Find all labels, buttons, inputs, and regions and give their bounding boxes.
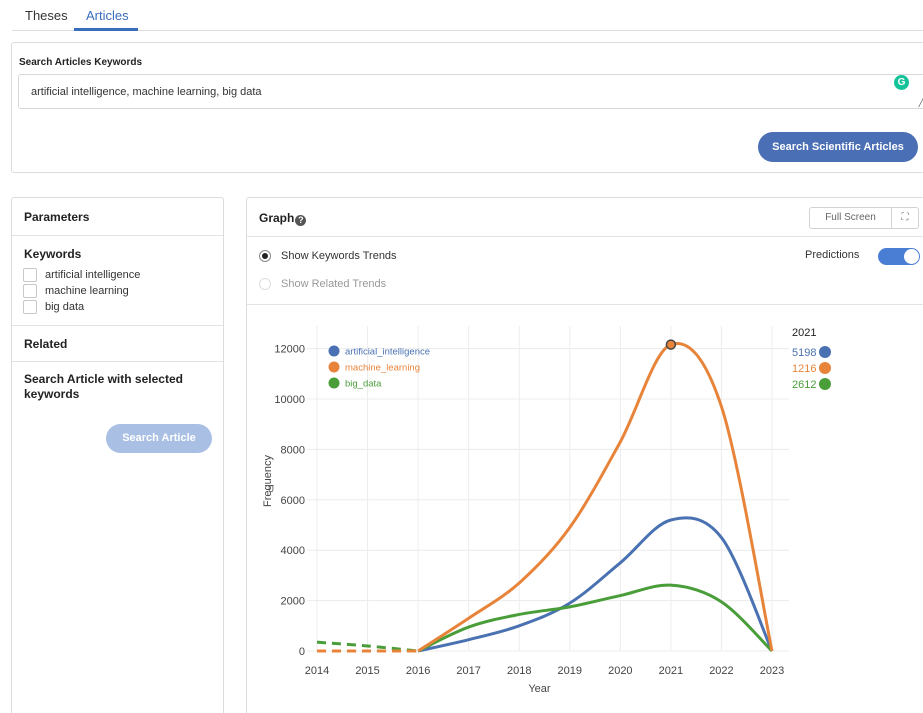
x-tick-label: 2022 bbox=[709, 665, 733, 677]
graph-title: Graph? bbox=[259, 211, 307, 226]
search-selected-title: Search Article with selected keywords bbox=[24, 372, 183, 401]
keyword-label: artificial intelligence bbox=[45, 269, 141, 281]
legend-label: artificial_intelligence bbox=[345, 347, 430, 358]
parameters-title: Parameters bbox=[12, 198, 223, 236]
x-axis-label: Year bbox=[528, 683, 551, 695]
graph-panel: Graph? Full Screen ⛶ Show Keywords Trend… bbox=[246, 197, 923, 713]
hover-x-label: 2021 bbox=[792, 327, 816, 339]
tab-theses[interactable]: Theses bbox=[25, 8, 68, 23]
radio-label: Show Related Trends bbox=[281, 278, 387, 290]
parameters-panel: Parameters Keywords artificial intellige… bbox=[11, 197, 224, 713]
radio-show-related-trends[interactable]: Show Related Trends bbox=[259, 278, 386, 290]
checkbox[interactable] bbox=[23, 268, 37, 282]
legend-marker bbox=[328, 377, 340, 389]
y-tick-label: 8000 bbox=[281, 444, 305, 456]
x-tick-label: 2015 bbox=[355, 665, 379, 677]
hover-point bbox=[665, 339, 677, 350]
graph-header: Graph? Full Screen ⛶ bbox=[247, 198, 923, 237]
x-tick-label: 2014 bbox=[305, 665, 329, 677]
keyword-item[interactable]: artificial intelligence bbox=[23, 267, 223, 283]
x-tick-label: 2023 bbox=[760, 665, 784, 677]
help-icon[interactable]: ? bbox=[295, 215, 307, 226]
trends-chart: 0 2000 4000 6000 8000 10000 12000 2014 2015 2016 2… bbox=[262, 326, 831, 695]
x-tick-label: 2017 bbox=[456, 665, 480, 677]
keywords-textarea[interactable]: artificial intelligence, machine learnin… bbox=[18, 74, 923, 109]
radio-selected[interactable] bbox=[259, 250, 271, 262]
keywords-section: Keywords artificial intelligence machine… bbox=[12, 236, 223, 326]
x-tick-label: 2020 bbox=[608, 665, 632, 677]
grammarly-icon[interactable]: G bbox=[894, 75, 909, 90]
full-screen-button[interactable]: Full Screen ⛶ bbox=[809, 207, 919, 229]
y-axis-stray-glyph: U bbox=[268, 485, 274, 494]
keywords-title: Keywords bbox=[24, 247, 82, 261]
radio-label: Show Keywords Trends bbox=[281, 250, 397, 262]
predictions-label: Predictions bbox=[805, 249, 860, 261]
predictions-toggle[interactable] bbox=[878, 248, 920, 265]
hover-value: 1216 bbox=[792, 363, 816, 375]
full-screen-label[interactable]: Full Screen bbox=[810, 208, 892, 228]
legend-label: machine_learning bbox=[345, 363, 420, 374]
legend-marker bbox=[328, 345, 340, 357]
radio-unselected[interactable] bbox=[259, 278, 271, 290]
keyword-label: big data bbox=[45, 301, 85, 313]
series-line bbox=[417, 341, 774, 653]
y-tick-label: 0 bbox=[299, 646, 305, 658]
checkbox[interactable] bbox=[23, 284, 37, 298]
y-tick-label: 12000 bbox=[274, 344, 305, 356]
hover-value: 5198 bbox=[792, 347, 816, 359]
series-line bbox=[417, 516, 774, 653]
y-tick-label: 6000 bbox=[281, 495, 305, 507]
search-card: Search Articles Keywords artificial inte… bbox=[11, 42, 923, 173]
hover-value-marker bbox=[819, 346, 831, 358]
x-tick-label: 2016 bbox=[406, 665, 430, 677]
hover-value: 2612 bbox=[792, 379, 816, 391]
x-tick-label: 2018 bbox=[507, 665, 531, 677]
expand-icon[interactable]: ⛶ bbox=[892, 208, 918, 228]
keyword-label: machine learning bbox=[45, 285, 129, 297]
hover-value-marker bbox=[819, 378, 831, 390]
y-axis-label: Frequency bbox=[262, 455, 274, 507]
related-title: Related bbox=[12, 326, 223, 362]
legend-marker bbox=[328, 361, 340, 373]
keyword-item[interactable]: big data bbox=[23, 299, 223, 315]
x-tick-label: 2021 bbox=[659, 665, 683, 677]
legend-label: big_data bbox=[345, 379, 382, 390]
resize-handle-icon[interactable]: ╱ bbox=[919, 97, 923, 108]
graph-title-text: Graph bbox=[259, 211, 295, 225]
tab-articles[interactable]: Articles bbox=[86, 8, 129, 23]
checkbox[interactable] bbox=[23, 300, 37, 314]
search-label: Search Articles Keywords bbox=[19, 57, 143, 68]
search-scientific-articles-button[interactable]: Search Scientific Articles bbox=[758, 132, 918, 162]
y-tick-label: 2000 bbox=[281, 596, 305, 608]
radio-show-keywords-trends[interactable]: Show Keywords Trends bbox=[259, 250, 397, 262]
x-tick-label: 2019 bbox=[558, 665, 582, 677]
y-tick-label: 10000 bbox=[274, 394, 305, 406]
y-tick-label: 4000 bbox=[281, 545, 305, 557]
toggle-knob bbox=[904, 249, 919, 264]
search-article-button[interactable]: Search Article bbox=[106, 424, 212, 453]
graph-options: Show Keywords Trends Show Related Trends… bbox=[247, 237, 923, 305]
keyword-checkbox-list: artificial intelligence machine learning… bbox=[12, 261, 223, 325]
keyword-item[interactable]: machine learning bbox=[23, 283, 223, 299]
hover-value-marker bbox=[819, 362, 831, 374]
tab-bar: Theses Articles bbox=[12, 0, 923, 31]
active-tab-indicator bbox=[74, 28, 138, 31]
